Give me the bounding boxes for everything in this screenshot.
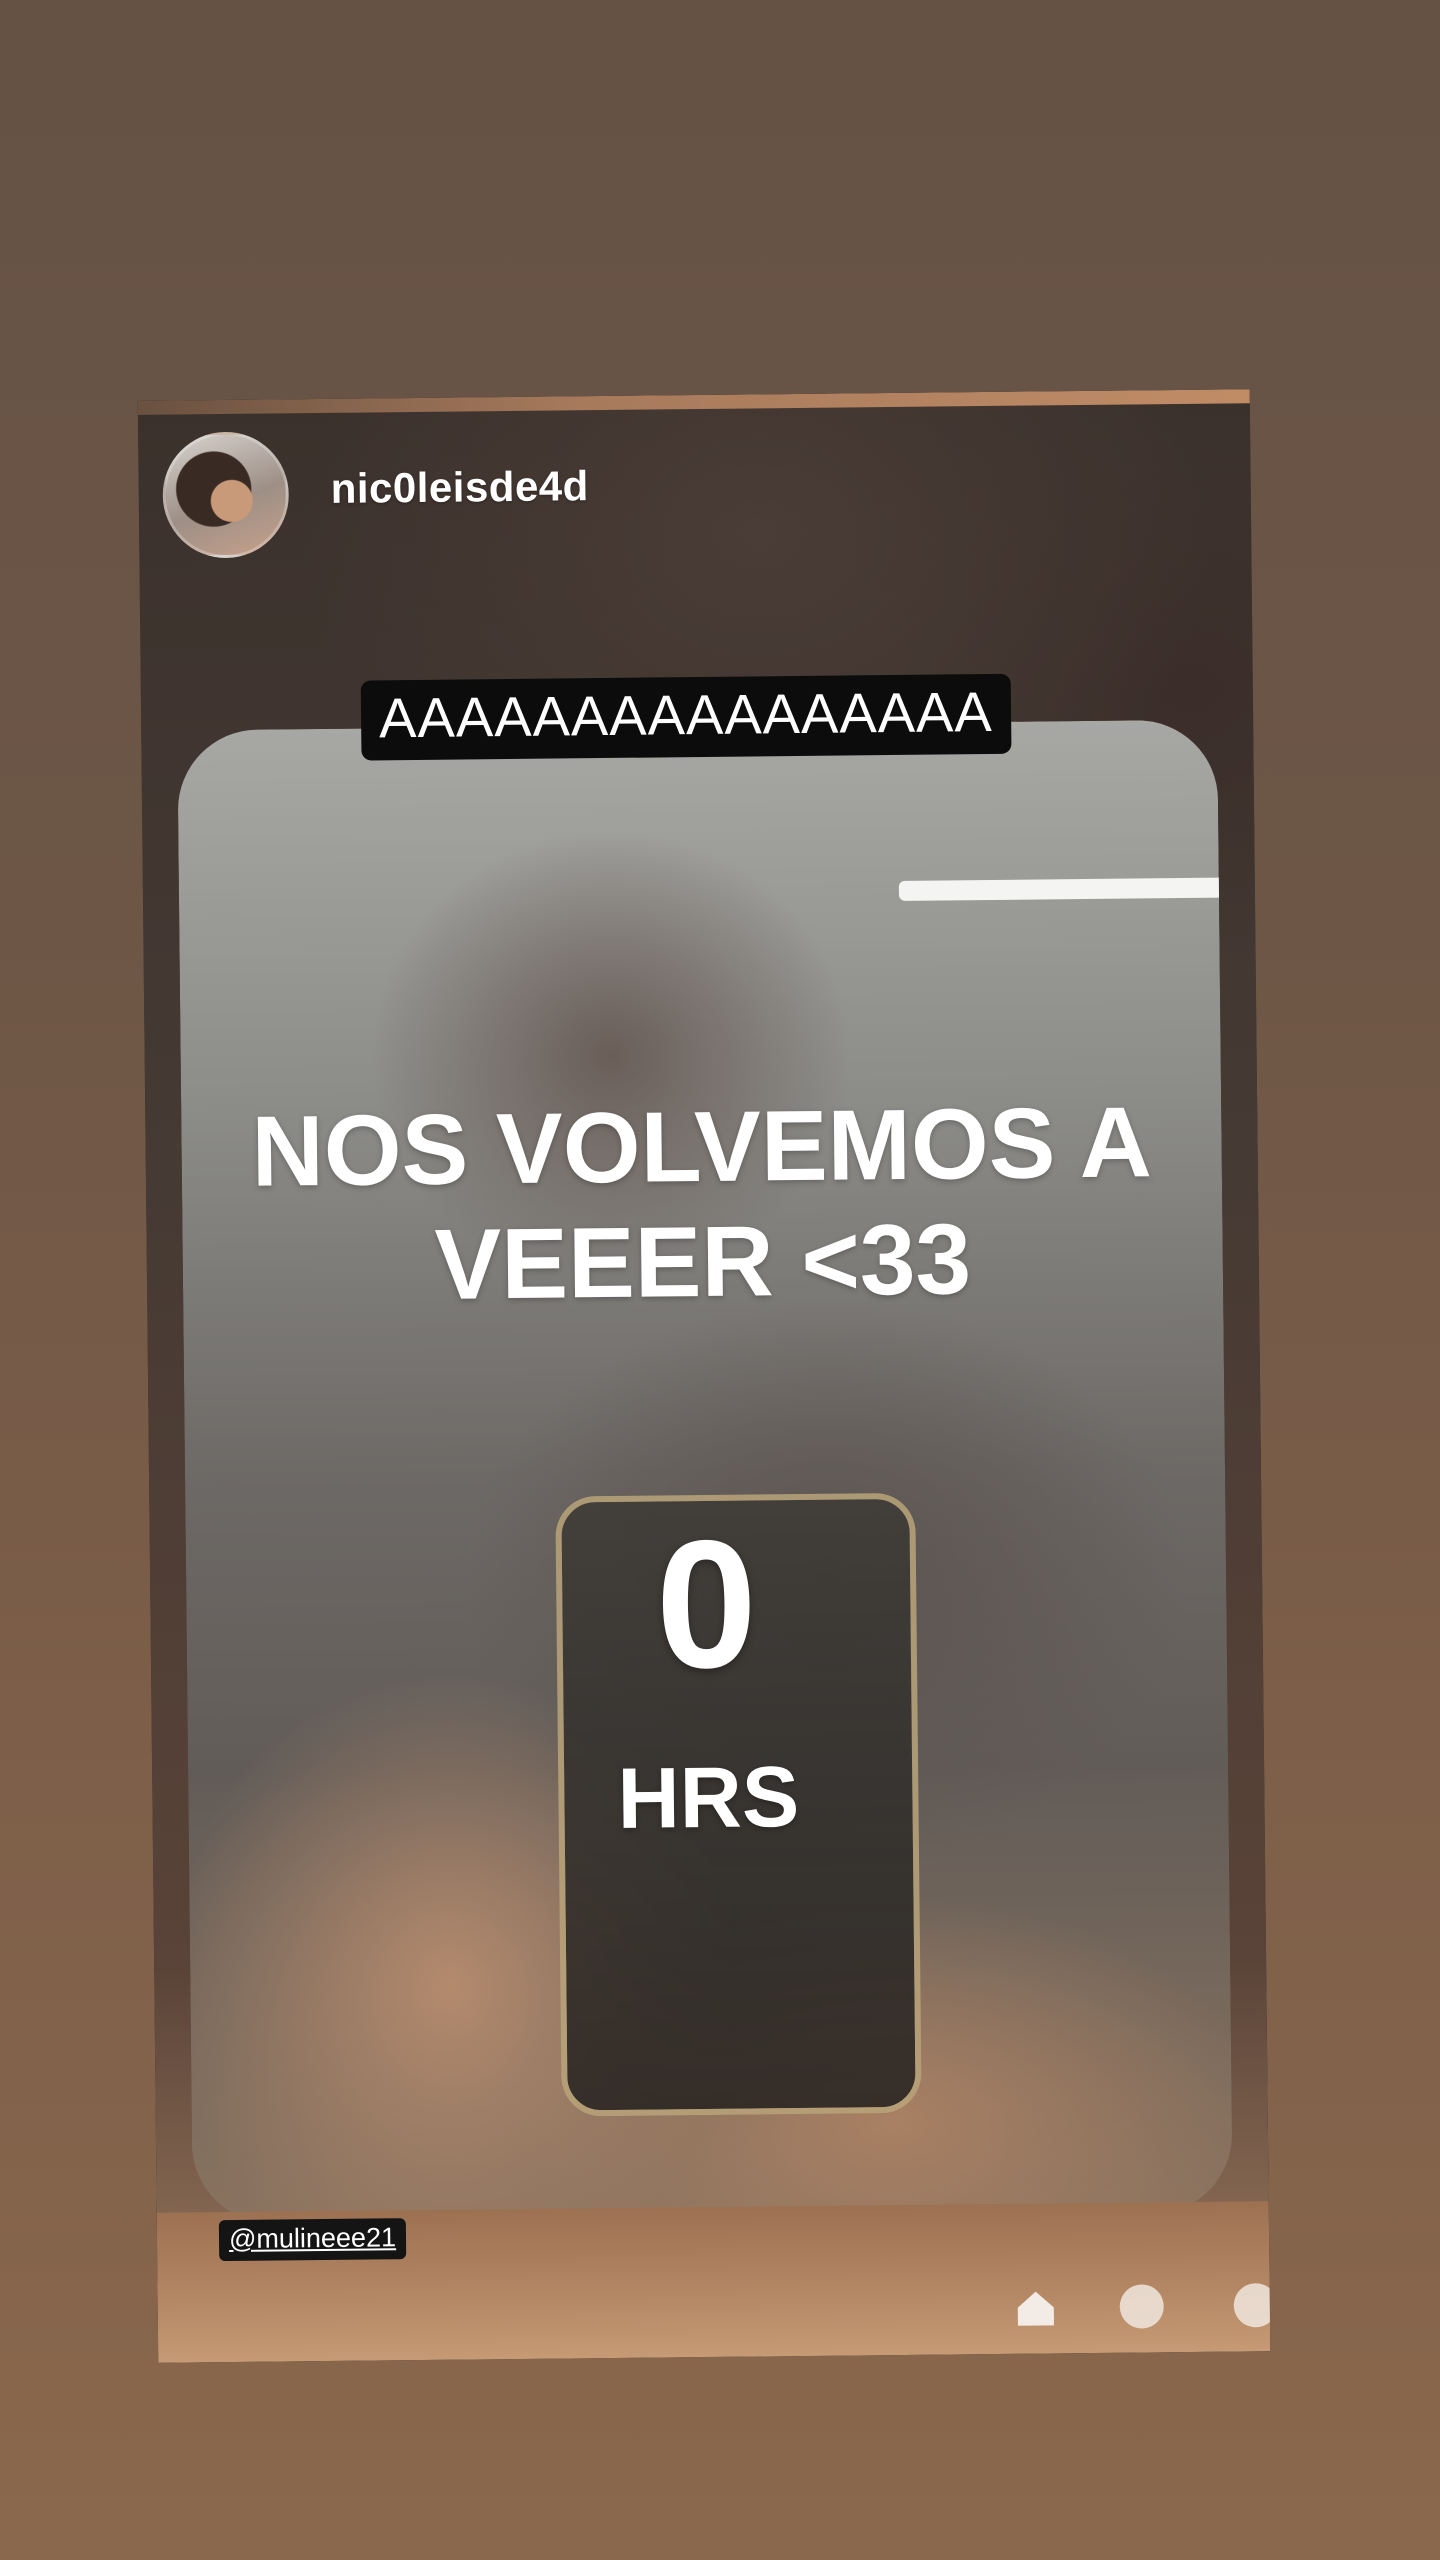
dot-icon[interactable] (1119, 2284, 1164, 2329)
story-screenshot: nic0leisde4d AAAAAAAAAAAAAAAA NOS VOLVEM… (137, 389, 1271, 2363)
dot-icon[interactable] (1233, 2283, 1271, 2328)
countdown-unit: HRS (617, 1749, 800, 1847)
caption-sticker: AAAAAAAAAAAAAAAA (360, 673, 1012, 761)
bottom-navigation (969, 2273, 1271, 2336)
countdown-value: 0 (654, 1501, 759, 1707)
profile-avatar[interactable] (162, 431, 290, 559)
ceiling-light (898, 877, 1230, 901)
mention-tag[interactable]: @mulineee21 (218, 2218, 407, 2262)
story-photo (177, 719, 1233, 2225)
headline-line-2: VEEER <33 (434, 1203, 972, 1321)
username[interactable]: nic0leisde4d (330, 462, 589, 513)
home-icon[interactable] (1014, 2285, 1058, 2329)
headline-text: NOS VOLVEMOS A VEEER <33 (181, 1085, 1223, 1326)
headline-line-1: NOS VOLVEMOS A (250, 1086, 1153, 1208)
